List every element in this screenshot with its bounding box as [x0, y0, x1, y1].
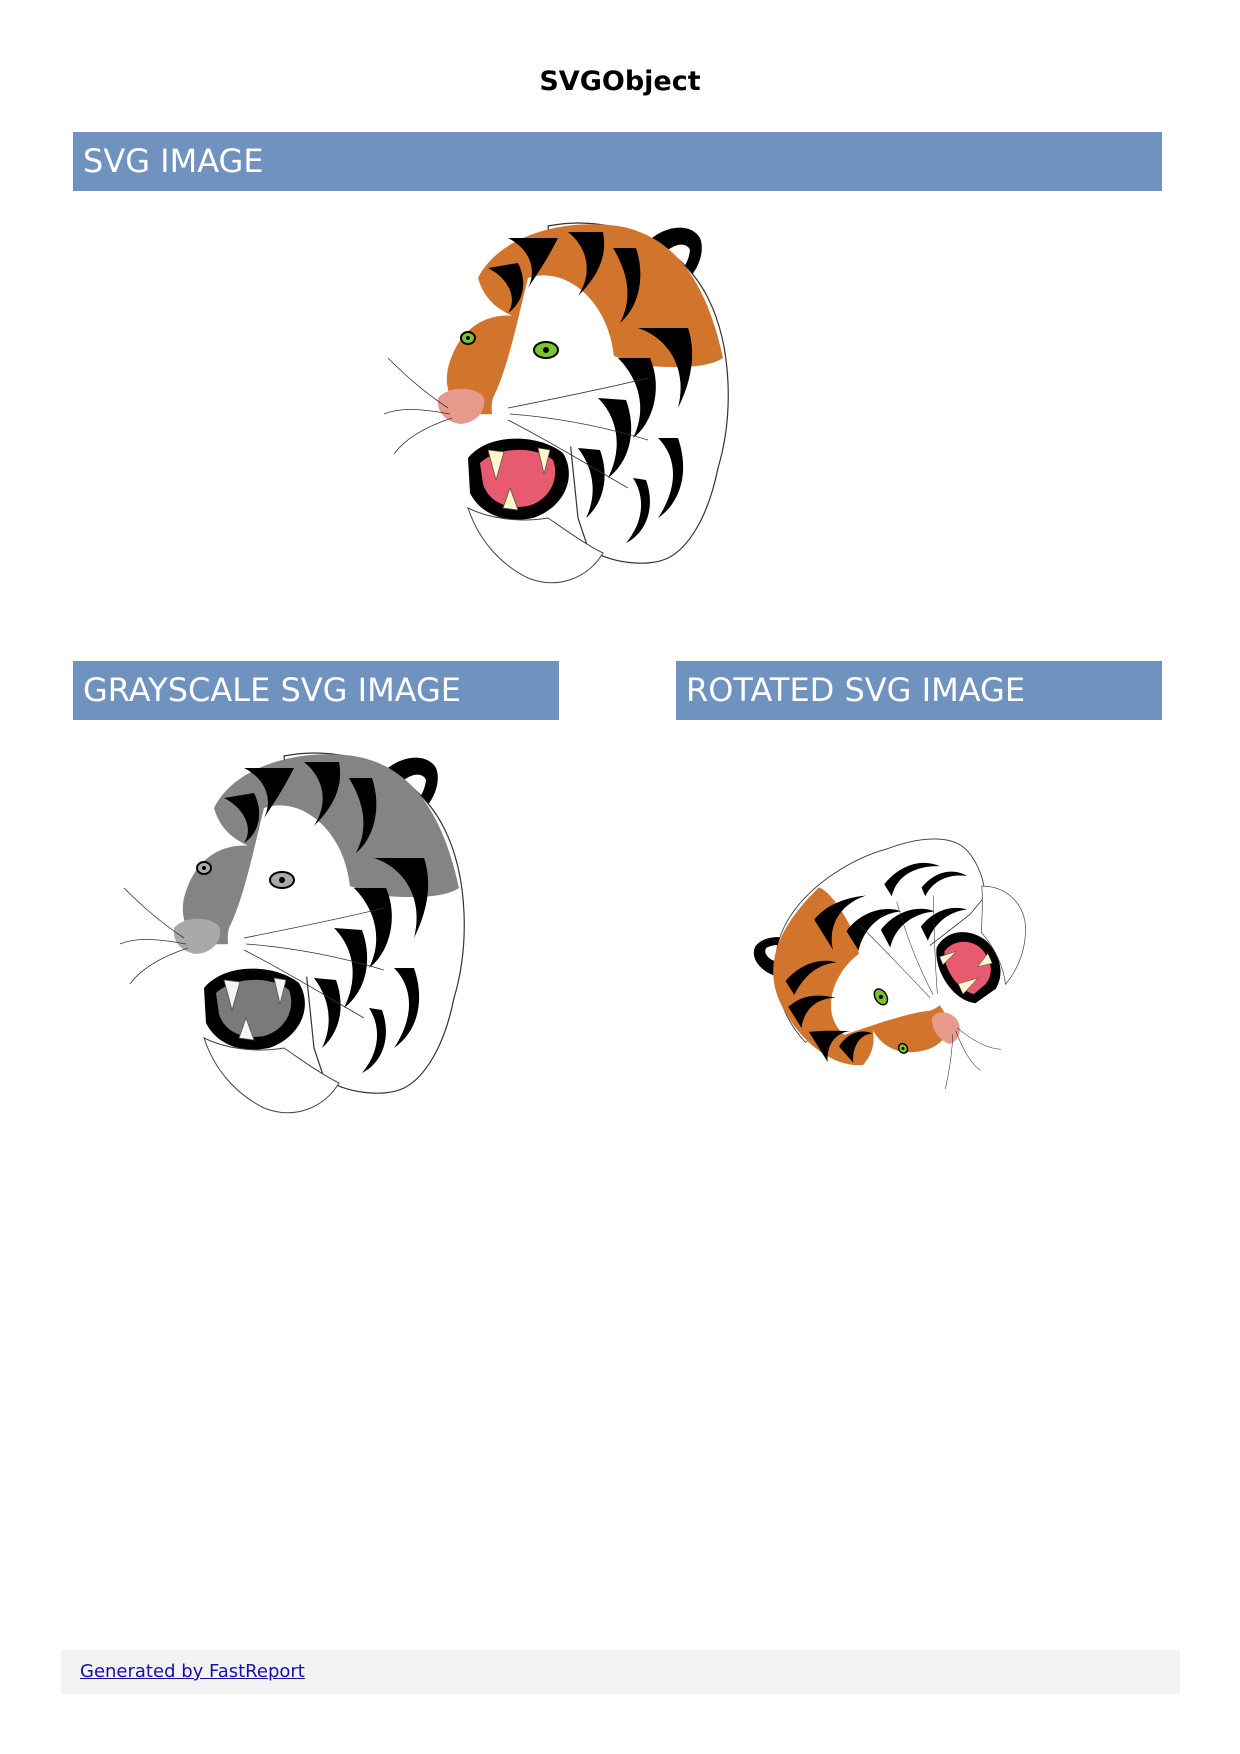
fastreport-link[interactable]: Generated by FastReport: [80, 1661, 305, 1682]
tiger-head-grayscale-icon: [119, 748, 504, 1132]
footer-bar: Generated by FastReport: [61, 1650, 1180, 1694]
section-header-rotated-svg-image: ROTATED SVG IMAGE: [676, 661, 1162, 720]
section-header-svg-image: SVG IMAGE: [73, 132, 1162, 191]
page-title: SVGObject: [539, 66, 701, 97]
tiger-head-rotated-icon: [753, 808, 1040, 1102]
tiger-head-icon: [383, 218, 768, 602]
section-header-grayscale-svg-image: GRAYSCALE SVG IMAGE: [73, 661, 559, 720]
